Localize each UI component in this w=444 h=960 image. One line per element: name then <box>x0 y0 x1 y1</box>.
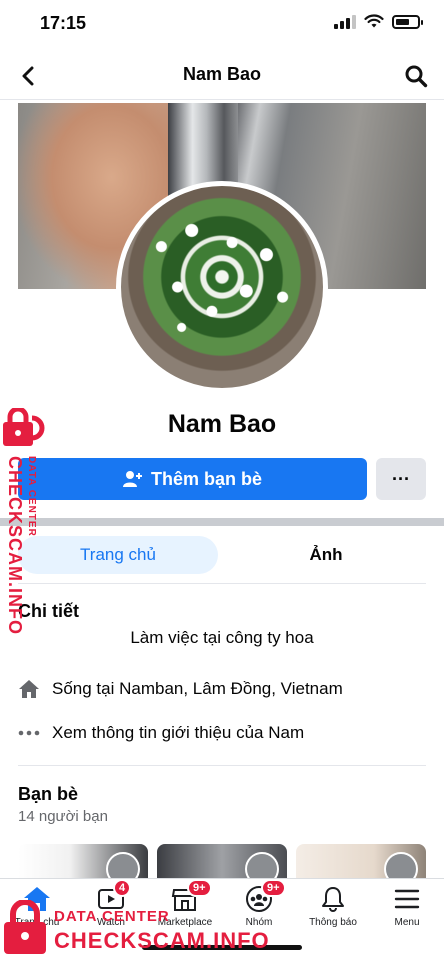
notification-badge: 9+ <box>187 879 212 897</box>
more-options-icon: ··· <box>392 468 410 489</box>
home-icon <box>18 678 40 700</box>
battery-icon <box>392 14 423 29</box>
status-bar: 17:15 <box>0 0 444 48</box>
status-icons <box>334 14 423 29</box>
add-friend-icon <box>122 471 142 487</box>
bell-icon <box>318 885 348 913</box>
friend-card[interactable] <box>157 844 287 880</box>
divider <box>18 765 426 766</box>
lock-icon <box>4 900 46 954</box>
more-options-button[interactable]: ··· <box>376 458 426 500</box>
lock-icon <box>3 408 45 446</box>
about-link[interactable]: Xem thông tin giới thiệu của Nam <box>52 723 304 743</box>
friend-card[interactable] <box>296 844 426 880</box>
lives-in-row: Sống tại Namban, Lâm Đồng, Vietnam <box>18 678 343 700</box>
work-info: Làm việc tại công ty hoa <box>130 628 314 647</box>
signal-icon <box>334 14 356 29</box>
lives-in-text: Sống tại Namban, Lâm Đồng, Vietnam <box>52 679 343 698</box>
tab-bar-label: Thông báo <box>309 917 357 928</box>
nav-bar: Nam Bao <box>0 52 444 100</box>
watermark-bottom: DATA CENTER CHECKSCAM.INFO <box>2 900 272 958</box>
friends-heading: Bạn bè <box>18 784 79 804</box>
wifi-icon <box>364 14 384 28</box>
avatar <box>384 852 418 880</box>
watermark-text: DATA CENTER <box>54 908 170 925</box>
about-row[interactable]: Xem thông tin giới thiệu của Nam <box>18 722 304 744</box>
watermark-text: DATA CENTER <box>26 456 37 537</box>
notification-badge: 4 <box>113 879 132 897</box>
status-time: 17:15 <box>40 13 87 33</box>
friend-card[interactable] <box>18 844 148 880</box>
search-icon <box>405 65 428 88</box>
profile-name: Nam Bao <box>167 410 277 438</box>
avatar <box>106 852 140 880</box>
tab-photos[interactable]: Ảnh <box>226 536 426 574</box>
add-friend-button[interactable]: Thêm bạn bè <box>18 458 367 500</box>
watermark-text: CHECKSCAM.INFO <box>54 928 270 953</box>
notification-badge: 9+ <box>261 879 286 897</box>
avatar <box>245 852 279 880</box>
more-dots-icon <box>18 722 40 744</box>
add-friend-label: Thêm bạn bè <box>150 468 262 489</box>
page-title: Nam Bao <box>182 64 262 84</box>
tab-bar-label: Menu <box>394 917 420 928</box>
watermark-text: CHECKSCAM.INFO <box>5 456 25 635</box>
tab-bar-notifications[interactable]: Thông báo <box>296 885 370 941</box>
divider <box>18 583 426 584</box>
section-divider <box>0 518 444 526</box>
tab-bar-menu[interactable]: Menu <box>370 885 444 941</box>
friends-count: 14 người bạn <box>18 808 108 825</box>
menu-icon <box>392 885 422 913</box>
watermark-side: DATA CENTER CHECKSCAM.INFO <box>2 408 52 635</box>
search-button[interactable] <box>400 60 432 92</box>
profile-avatar[interactable] <box>116 181 328 393</box>
